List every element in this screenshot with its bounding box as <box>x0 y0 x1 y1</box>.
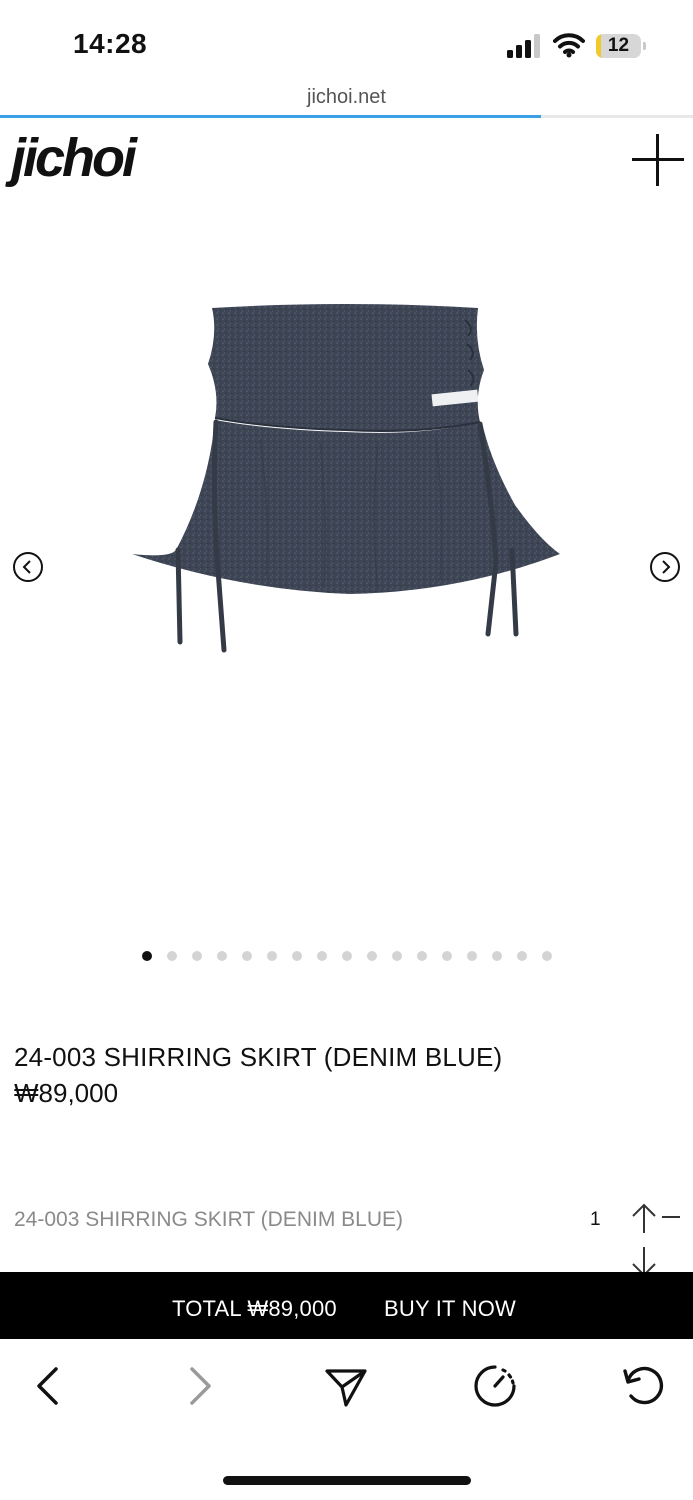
gallery-dot[interactable] <box>291 951 302 961</box>
gallery-dot[interactable] <box>441 951 452 961</box>
product-gallery[interactable] <box>0 210 693 930</box>
gallery-dot[interactable] <box>416 951 427 961</box>
gallery-dot[interactable] <box>316 951 327 961</box>
share-send-icon[interactable] <box>321 1361 371 1411</box>
battery-body: 12 <box>596 34 641 58</box>
product-price: ₩89,000 <box>14 1078 119 1108</box>
gallery-dot[interactable] <box>366 951 377 961</box>
gallery-dot[interactable] <box>516 951 527 961</box>
total-price: TOTAL ₩89,000 <box>172 1296 337 1321</box>
quantity-increase-icon[interactable] <box>630 1202 658 1234</box>
url-text[interactable]: jichoi.net <box>307 86 386 108</box>
option-name: 24-003 SHIRRING SKIRT (DENIM BLUE) <box>14 1208 403 1231</box>
battery-level: 12 <box>607 35 630 56</box>
page-load-progress <box>0 115 693 118</box>
buy-it-now-button[interactable]: BUY IT NOW <box>384 1296 516 1322</box>
option-quantity[interactable]: 1 <box>590 1209 601 1231</box>
status-bar: 14:28 12 <box>0 0 693 84</box>
gallery-dot[interactable] <box>266 951 277 961</box>
battery-tip <box>643 42 646 50</box>
gallery-dot[interactable] <box>466 951 477 961</box>
forward-arrow-icon[interactable] <box>174 1361 224 1411</box>
menu-plus-button[interactable] <box>632 134 684 186</box>
cellular-signal-icon <box>507 34 540 58</box>
product-title: 24-003 SHIRRING SKIRT (DENIM BLUE) <box>14 1042 503 1072</box>
gallery-dot[interactable] <box>491 951 502 961</box>
gallery-pagination <box>0 951 693 963</box>
gallery-dot[interactable] <box>191 951 202 961</box>
chevron-left-icon <box>22 560 31 574</box>
purchase-bar: TOTAL ₩89,000 BUY IT NOW <box>0 1272 693 1339</box>
home-indicator[interactable] <box>223 1476 471 1485</box>
status-time: 14:28 <box>73 28 148 59</box>
address-bar[interactable]: jichoi.net <box>0 84 693 118</box>
gallery-dot[interactable] <box>541 951 552 961</box>
wifi-icon <box>553 33 585 58</box>
back-arrow-icon[interactable] <box>24 1361 74 1411</box>
gallery-dot[interactable] <box>216 951 227 961</box>
quantity-decrease-button[interactable] <box>662 1216 680 1218</box>
gallery-dot[interactable] <box>391 951 402 961</box>
site-logo[interactable]: jichoi <box>11 126 137 190</box>
chevron-right-icon <box>662 560 671 574</box>
reload-icon[interactable] <box>618 1361 668 1411</box>
gallery-dot[interactable] <box>241 951 252 961</box>
gallery-next-button[interactable] <box>650 552 680 582</box>
battery-icon: 12 <box>596 34 646 58</box>
product-image <box>132 304 560 653</box>
gallery-prev-button[interactable] <box>13 552 43 582</box>
gallery-dot[interactable] <box>141 951 152 961</box>
gallery-dot[interactable] <box>166 951 177 961</box>
browser-toolbar <box>0 1339 693 1439</box>
quantity-down-arrow-icon[interactable] <box>630 1246 658 1272</box>
speed-dial-icon[interactable] <box>470 1361 520 1411</box>
gallery-dot[interactable] <box>341 951 352 961</box>
selected-option-row: 24-003 SHIRRING SKIRT (DENIM BLUE) 1 <box>0 1200 693 1272</box>
page-load-progress-fill <box>0 115 541 118</box>
